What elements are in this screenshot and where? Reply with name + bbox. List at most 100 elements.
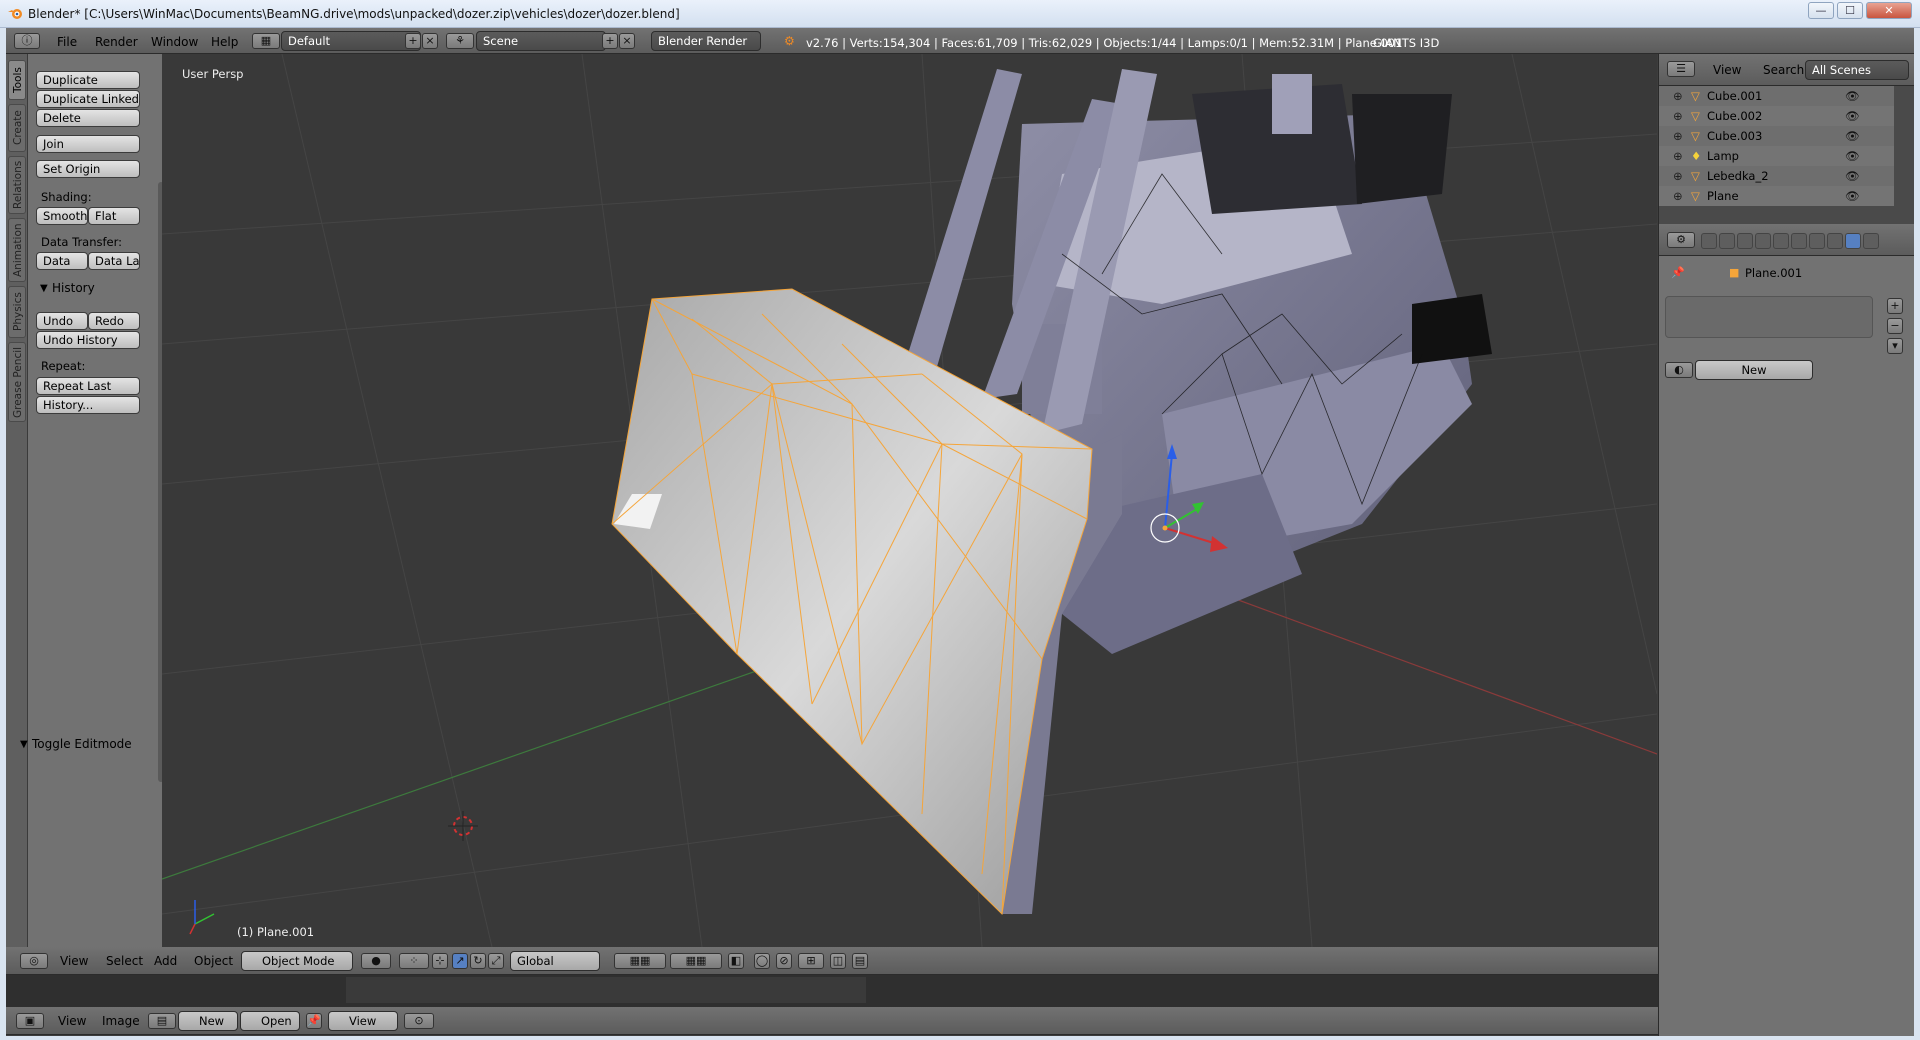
tab-tools[interactable]: Tools — [8, 60, 26, 100]
smooth-button[interactable]: Smooth — [36, 207, 88, 225]
expand-icon[interactable]: ⊕ — [1673, 146, 1683, 166]
tab-physics[interactable]: Physics — [8, 286, 26, 338]
minimize-button[interactable]: — — [1808, 2, 1834, 19]
scene-selector[interactable]: Scene — [476, 31, 606, 51]
constraints-tab-icon[interactable] — [1791, 233, 1807, 249]
delete-button[interactable]: Delete — [36, 109, 140, 127]
pivot-point-icon[interactable]: ⁘ — [399, 953, 429, 969]
timeline-strip[interactable] — [6, 975, 1658, 1007]
history-button[interactable]: History... — [36, 396, 140, 414]
set-origin-dropdown[interactable]: Set Origin — [36, 160, 140, 178]
visibility-eye-icon[interactable]: 👁 — [1845, 146, 1860, 166]
pivot-icon[interactable]: ⊙ — [404, 1013, 434, 1029]
editor-type-properties-icon[interactable]: ⚙ — [1667, 232, 1695, 248]
menu-render[interactable]: Render — [95, 35, 138, 49]
view-mode-selector[interactable]: View — [328, 1011, 398, 1031]
3d-cursor-icon[interactable] — [448, 811, 478, 841]
data-tab-icon[interactable] — [1827, 233, 1843, 249]
render-tab-icon[interactable] — [1701, 233, 1717, 249]
flat-button[interactable]: Flat — [88, 207, 140, 225]
history-panel-header[interactable]: History — [52, 281, 95, 295]
material-browse-icon[interactable]: ◐ — [1665, 362, 1693, 378]
rotate-icon[interactable]: ↻ — [470, 953, 486, 969]
layers-grid-2-icon[interactable]: ▦▦ — [670, 953, 722, 969]
tab-relations[interactable]: Relations — [8, 156, 26, 214]
list-item[interactable]: ⊕ ▽ Lebedka_2 👁 — [1659, 166, 1894, 186]
slot-menu-icon[interactable]: ▾ — [1887, 338, 1903, 354]
lock-camera-icon[interactable]: ◧ — [728, 953, 744, 969]
menu-file[interactable]: File — [57, 35, 77, 49]
list-item[interactable]: ⊕ ▽ Cube.001 👁 — [1659, 86, 1894, 106]
redo-button[interactable]: Redo — [88, 312, 140, 330]
pin-icon[interactable]: 📌 — [1671, 266, 1685, 279]
collapse-arrow-icon[interactable]: ▼ — [40, 283, 48, 294]
undo-history-button[interactable]: Undo History — [36, 331, 140, 349]
material-tab-icon[interactable] — [1845, 233, 1861, 249]
layout-icon[interactable]: ▦ — [252, 33, 280, 49]
expand-icon[interactable]: ⊕ — [1673, 86, 1683, 106]
new-material-button[interactable]: New — [1695, 360, 1813, 380]
menu-image[interactable]: Image — [102, 1014, 140, 1028]
data-layout-button[interactable]: Data La — [88, 252, 140, 270]
modifiers-tab-icon[interactable] — [1809, 233, 1825, 249]
menu-help[interactable]: Help — [211, 35, 238, 49]
menu-view[interactable]: View — [60, 954, 88, 968]
add-layout-icon[interactable]: + — [405, 33, 421, 49]
editor-type-3d-icon[interactable]: ◎ — [20, 953, 48, 969]
scene-icon[interactable]: ⚘ — [446, 33, 474, 49]
open-image-button[interactable]: Open — [240, 1011, 300, 1031]
menu-object[interactable]: Object — [194, 954, 233, 968]
orientation-selector[interactable]: Global — [510, 951, 600, 971]
expand-icon[interactable]: ⊕ — [1673, 106, 1683, 126]
snap-element-icon[interactable]: ⊞ — [798, 953, 824, 969]
delete-layout-icon[interactable]: × — [422, 33, 438, 49]
repeat-last-button[interactable]: Repeat Last — [36, 377, 140, 395]
new-image-button[interactable]: New — [178, 1011, 238, 1031]
translate-icon[interactable]: ↗ — [452, 953, 468, 969]
image-browse-icon[interactable]: ▤ — [148, 1013, 176, 1029]
render-engine-selector[interactable]: Blender Render — [651, 31, 761, 51]
expand-icon[interactable]: ⊕ — [1673, 186, 1683, 206]
menu-view[interactable]: View — [1713, 63, 1741, 77]
duplicate-linked-button[interactable]: Duplicate Linked — [36, 90, 140, 108]
add-scene-icon[interactable]: + — [602, 33, 618, 49]
tab-animation[interactable]: Animation — [8, 218, 26, 282]
list-item[interactable]: ⊕ ▽ Cube.003 👁 — [1659, 126, 1894, 146]
scene-tab-icon[interactable] — [1737, 233, 1753, 249]
menu-add[interactable]: Add — [154, 954, 177, 968]
3d-viewport[interactable]: User Persp (1) Plane.001 — [162, 54, 1657, 947]
scale-icon[interactable]: ⤢ — [488, 953, 504, 969]
close-button[interactable]: ✕ — [1866, 2, 1912, 19]
data-button[interactable]: Data — [36, 252, 88, 270]
expand-icon[interactable]: ⊕ — [1673, 126, 1683, 146]
object-tab-icon[interactable] — [1773, 233, 1789, 249]
add-slot-icon[interactable]: + — [1887, 298, 1903, 314]
menu-select[interactable]: Select — [106, 954, 143, 968]
list-item[interactable]: ⊕ ▽ Plane 👁 — [1659, 186, 1894, 206]
editor-type-info-icon[interactable]: ⓘ — [14, 33, 40, 49]
visibility-eye-icon[interactable]: 👁 — [1845, 166, 1860, 186]
mode-selector[interactable]: Object Mode — [241, 951, 353, 971]
snap-toggle-icon[interactable]: ⊘ — [776, 953, 792, 969]
join-button[interactable]: Join — [36, 135, 140, 153]
render-still-icon[interactable]: ◫ — [830, 953, 846, 969]
list-item[interactable]: ⊕ ▽ Cube.002 👁 — [1659, 106, 1894, 126]
menu-search[interactable]: Search — [1763, 63, 1804, 77]
duplicate-button[interactable]: Duplicate — [36, 71, 140, 89]
maximize-button[interactable]: ☐ — [1837, 2, 1863, 19]
world-tab-icon[interactable] — [1755, 233, 1771, 249]
expand-icon[interactable]: ⊕ — [1673, 166, 1683, 186]
collapse-arrow-icon[interactable]: ▼ — [20, 739, 28, 750]
tab-grease-pencil[interactable]: Grease Pencil — [8, 342, 26, 422]
menu-window[interactable]: Window — [151, 35, 198, 49]
shading-mode-icon[interactable]: ● — [361, 953, 391, 969]
menu-view[interactable]: View — [58, 1014, 86, 1028]
manipulator-toggle-icon[interactable]: ⊹ — [432, 953, 448, 969]
visibility-eye-icon[interactable]: 👁 — [1845, 86, 1860, 106]
pin-icon[interactable]: 📌 — [306, 1013, 322, 1029]
material-slot-list[interactable] — [1665, 296, 1873, 338]
layers-grid-1-icon[interactable]: ▦▦ — [614, 953, 666, 969]
visibility-eye-icon[interactable]: 👁 — [1845, 106, 1860, 126]
editor-type-image-icon[interactable]: ▣ — [16, 1013, 44, 1029]
proportional-edit-icon[interactable]: ◯ — [754, 953, 770, 969]
